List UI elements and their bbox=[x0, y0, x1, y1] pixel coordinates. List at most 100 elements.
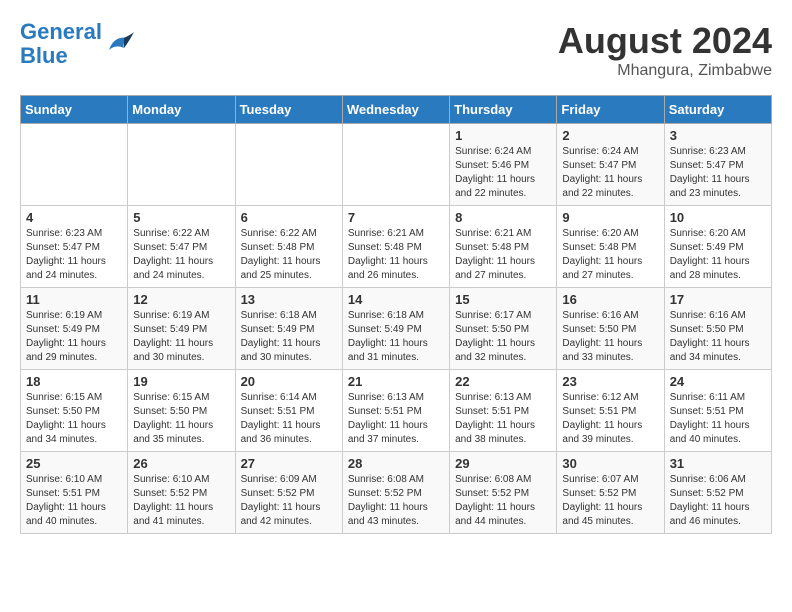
calendar-cell bbox=[128, 124, 235, 206]
day-info: Sunrise: 6:24 AM Sunset: 5:47 PM Dayligh… bbox=[562, 145, 658, 201]
calendar-cell: 26Sunrise: 6:10 AM Sunset: 5:52 PM Dayli… bbox=[128, 452, 235, 534]
column-header-saturday: Saturday bbox=[664, 96, 771, 124]
calendar-cell: 12Sunrise: 6:19 AM Sunset: 5:49 PM Dayli… bbox=[128, 288, 235, 370]
calendar-cell: 25 Sunrise: 6:10 AM Sunset: 5:51 PM Dayli… bbox=[21, 452, 128, 534]
day-number: 29 bbox=[455, 456, 551, 471]
day-number: 12 bbox=[133, 292, 229, 307]
column-header-thursday: Thursday bbox=[450, 96, 557, 124]
day-info: Sunrise: 6:21 AM Sunset: 5:48 PM Dayligh… bbox=[348, 227, 444, 283]
calendar-table: SundayMondayTuesdayWednesdayThursdayFrid… bbox=[20, 95, 772, 534]
calendar-cell: 2 Sunrise: 6:24 AM Sunset: 5:47 PM Daylig… bbox=[557, 124, 664, 206]
calendar-week-row: 18 Sunrise: 6:15 AM Sunset: 5:50 PM Dayli… bbox=[21, 370, 772, 452]
day-number: 4 bbox=[26, 210, 122, 225]
day-number: 8 bbox=[455, 210, 551, 225]
column-header-sunday: Sunday bbox=[21, 96, 128, 124]
calendar-cell: 8Sunrise: 6:21 AM Sunset: 5:48 PM Daylig… bbox=[450, 206, 557, 288]
day-number: 31 bbox=[670, 456, 766, 471]
day-number: 20 bbox=[241, 374, 337, 389]
day-number: 21 bbox=[348, 374, 444, 389]
day-info: Sunrise: 6:14 AM Sunset: 5:51 PM Dayligh… bbox=[241, 391, 337, 447]
day-number: 3 bbox=[670, 128, 766, 143]
day-info: Sunrise: 6:08 AM Sunset: 5:52 PM Dayligh… bbox=[348, 473, 444, 529]
calendar-cell bbox=[342, 124, 449, 206]
calendar-cell: 29Sunrise: 6:08 AM Sunset: 5:52 PM Dayli… bbox=[450, 452, 557, 534]
day-number: 10 bbox=[670, 210, 766, 225]
calendar-cell: 20 Sunrise: 6:14 AM Sunset: 5:51 PM Dayli… bbox=[235, 370, 342, 452]
day-number: 5 bbox=[133, 210, 229, 225]
calendar-week-row: 4 Sunrise: 6:23 AM Sunset: 5:47 PM Daylig… bbox=[21, 206, 772, 288]
calendar-cell: 30Sunrise: 6:07 AM Sunset: 5:52 PM Dayli… bbox=[557, 452, 664, 534]
logo: General Blue bbox=[20, 20, 134, 68]
title-block: August 2024 Mhangura, Zimbabwe bbox=[558, 20, 772, 80]
day-number: 1 bbox=[455, 128, 551, 143]
day-info: Sunrise: 6:10 AM Sunset: 5:51 PM Dayligh… bbox=[26, 473, 122, 529]
day-info: Sunrise: 6:16 AM Sunset: 5:50 PM Dayligh… bbox=[670, 309, 766, 365]
day-info: Sunrise: 6:19 AM Sunset: 5:49 PM Dayligh… bbox=[26, 309, 122, 365]
calendar-cell: 23Sunrise: 6:12 AM Sunset: 5:51 PM Dayli… bbox=[557, 370, 664, 452]
calendar-cell: 7 Sunrise: 6:21 AM Sunset: 5:48 PM Daylig… bbox=[342, 206, 449, 288]
day-number: 22 bbox=[455, 374, 551, 389]
calendar-cell: 5 Sunrise: 6:22 AM Sunset: 5:47 PM Daylig… bbox=[128, 206, 235, 288]
calendar-cell: 10 Sunrise: 6:20 AM Sunset: 5:49 PM Dayli… bbox=[664, 206, 771, 288]
calendar-cell: 27Sunrise: 6:09 AM Sunset: 5:52 PM Dayli… bbox=[235, 452, 342, 534]
day-info: Sunrise: 6:06 AM Sunset: 5:52 PM Dayligh… bbox=[670, 473, 766, 529]
page-header: General Blue August 2024 Mhangura, Zimba… bbox=[20, 20, 772, 80]
day-number: 9 bbox=[562, 210, 658, 225]
calendar-cell: 18 Sunrise: 6:15 AM Sunset: 5:50 PM Dayli… bbox=[21, 370, 128, 452]
calendar-cell: 16Sunrise: 6:16 AM Sunset: 5:50 PM Dayli… bbox=[557, 288, 664, 370]
calendar-cell: 9 Sunrise: 6:20 AM Sunset: 5:48 PM Daylig… bbox=[557, 206, 664, 288]
calendar-cell: 24 Sunrise: 6:11 AM Sunset: 5:51 PM Dayli… bbox=[664, 370, 771, 452]
calendar-cell: 14 Sunrise: 6:18 AM Sunset: 5:49 PM Dayli… bbox=[342, 288, 449, 370]
day-number: 18 bbox=[26, 374, 122, 389]
day-info: Sunrise: 6:22 AM Sunset: 5:48 PM Dayligh… bbox=[241, 227, 337, 283]
day-info: Sunrise: 6:15 AM Sunset: 5:50 PM Dayligh… bbox=[133, 391, 229, 447]
logo-bird-icon bbox=[104, 30, 134, 58]
column-header-wednesday: Wednesday bbox=[342, 96, 449, 124]
day-info: Sunrise: 6:15 AM Sunset: 5:50 PM Dayligh… bbox=[26, 391, 122, 447]
calendar-cell: 22Sunrise: 6:13 AM Sunset: 5:51 PM Dayli… bbox=[450, 370, 557, 452]
month-year-title: August 2024 bbox=[558, 20, 772, 62]
calendar-cell: 3Sunrise: 6:23 AM Sunset: 5:47 PM Daylig… bbox=[664, 124, 771, 206]
calendar-cell: 15Sunrise: 6:17 AM Sunset: 5:50 PM Dayli… bbox=[450, 288, 557, 370]
day-info: Sunrise: 6:20 AM Sunset: 5:49 PM Dayligh… bbox=[670, 227, 766, 283]
calendar-week-row: 1 Sunrise: 6:24 AM Sunset: 5:46 PM Daylig… bbox=[21, 124, 772, 206]
logo-text: General Blue bbox=[20, 20, 102, 68]
calendar-cell: 1 Sunrise: 6:24 AM Sunset: 5:46 PM Daylig… bbox=[450, 124, 557, 206]
day-number: 27 bbox=[241, 456, 337, 471]
day-number: 6 bbox=[241, 210, 337, 225]
day-info: Sunrise: 6:18 AM Sunset: 5:49 PM Dayligh… bbox=[241, 309, 337, 365]
column-header-monday: Monday bbox=[128, 96, 235, 124]
calendar-cell: 17Sunrise: 6:16 AM Sunset: 5:50 PM Dayli… bbox=[664, 288, 771, 370]
day-info: Sunrise: 6:13 AM Sunset: 5:51 PM Dayligh… bbox=[348, 391, 444, 447]
calendar-cell: 28Sunrise: 6:08 AM Sunset: 5:52 PM Dayli… bbox=[342, 452, 449, 534]
calendar-week-row: 11 Sunrise: 6:19 AM Sunset: 5:49 PM Dayli… bbox=[21, 288, 772, 370]
day-info: Sunrise: 6:18 AM Sunset: 5:49 PM Dayligh… bbox=[348, 309, 444, 365]
day-info: Sunrise: 6:12 AM Sunset: 5:51 PM Dayligh… bbox=[562, 391, 658, 447]
day-info: Sunrise: 6:16 AM Sunset: 5:50 PM Dayligh… bbox=[562, 309, 658, 365]
location-subtitle: Mhangura, Zimbabwe bbox=[558, 62, 772, 80]
calendar-cell: 31 Sunrise: 6:06 AM Sunset: 5:52 PM Dayli… bbox=[664, 452, 771, 534]
calendar-cell bbox=[235, 124, 342, 206]
day-info: Sunrise: 6:23 AM Sunset: 5:47 PM Dayligh… bbox=[26, 227, 122, 283]
calendar-cell: 13Sunrise: 6:18 AM Sunset: 5:49 PM Dayli… bbox=[235, 288, 342, 370]
day-info: Sunrise: 6:24 AM Sunset: 5:46 PM Dayligh… bbox=[455, 145, 551, 201]
calendar-cell: 4 Sunrise: 6:23 AM Sunset: 5:47 PM Daylig… bbox=[21, 206, 128, 288]
day-number: 11 bbox=[26, 292, 122, 307]
calendar-week-row: 25 Sunrise: 6:10 AM Sunset: 5:51 PM Dayli… bbox=[21, 452, 772, 534]
day-number: 24 bbox=[670, 374, 766, 389]
day-number: 19 bbox=[133, 374, 229, 389]
day-number: 25 bbox=[26, 456, 122, 471]
logo-line2: Blue bbox=[20, 43, 68, 68]
day-number: 2 bbox=[562, 128, 658, 143]
calendar-cell: 19 Sunrise: 6:15 AM Sunset: 5:50 PM Dayli… bbox=[128, 370, 235, 452]
day-number: 15 bbox=[455, 292, 551, 307]
calendar-cell bbox=[21, 124, 128, 206]
day-number: 7 bbox=[348, 210, 444, 225]
column-header-friday: Friday bbox=[557, 96, 664, 124]
day-info: Sunrise: 6:11 AM Sunset: 5:51 PM Dayligh… bbox=[670, 391, 766, 447]
calendar-cell: 6 Sunrise: 6:22 AM Sunset: 5:48 PM Daylig… bbox=[235, 206, 342, 288]
day-info: Sunrise: 6:20 AM Sunset: 5:48 PM Dayligh… bbox=[562, 227, 658, 283]
day-info: Sunrise: 6:22 AM Sunset: 5:47 PM Dayligh… bbox=[133, 227, 229, 283]
day-number: 14 bbox=[348, 292, 444, 307]
calendar-cell: 21 Sunrise: 6:13 AM Sunset: 5:51 PM Dayli… bbox=[342, 370, 449, 452]
